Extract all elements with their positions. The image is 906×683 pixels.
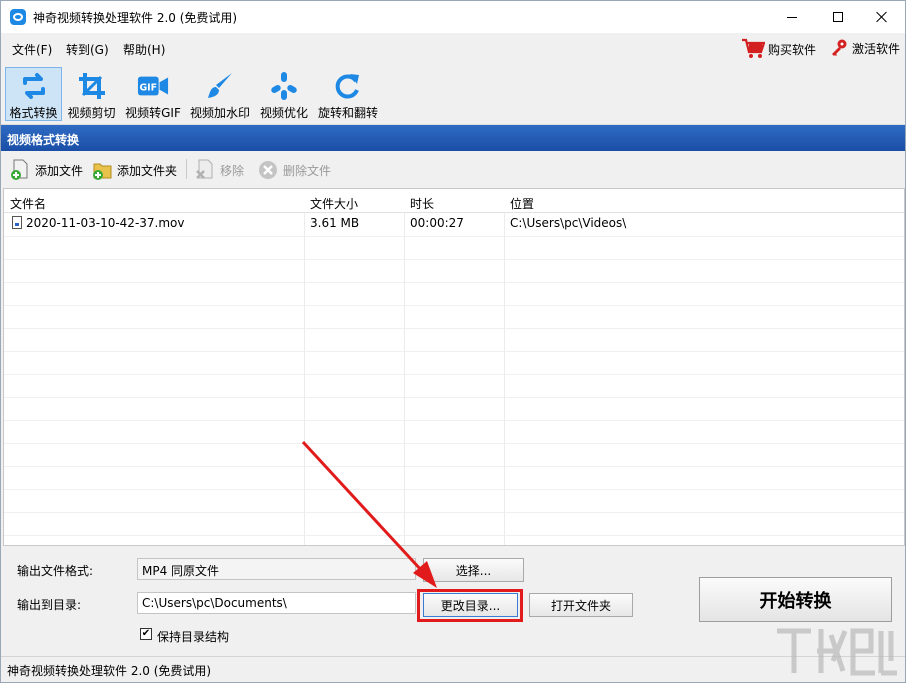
annotation-highlight-box (417, 589, 523, 622)
watermark-logo-icon (777, 628, 897, 676)
app-window: 神奇视频转换处理软件 2.0 (免费试用) 文件(F) 转到(G) 帮助(H) … (0, 0, 906, 683)
annotation-arrow (301, 440, 437, 588)
